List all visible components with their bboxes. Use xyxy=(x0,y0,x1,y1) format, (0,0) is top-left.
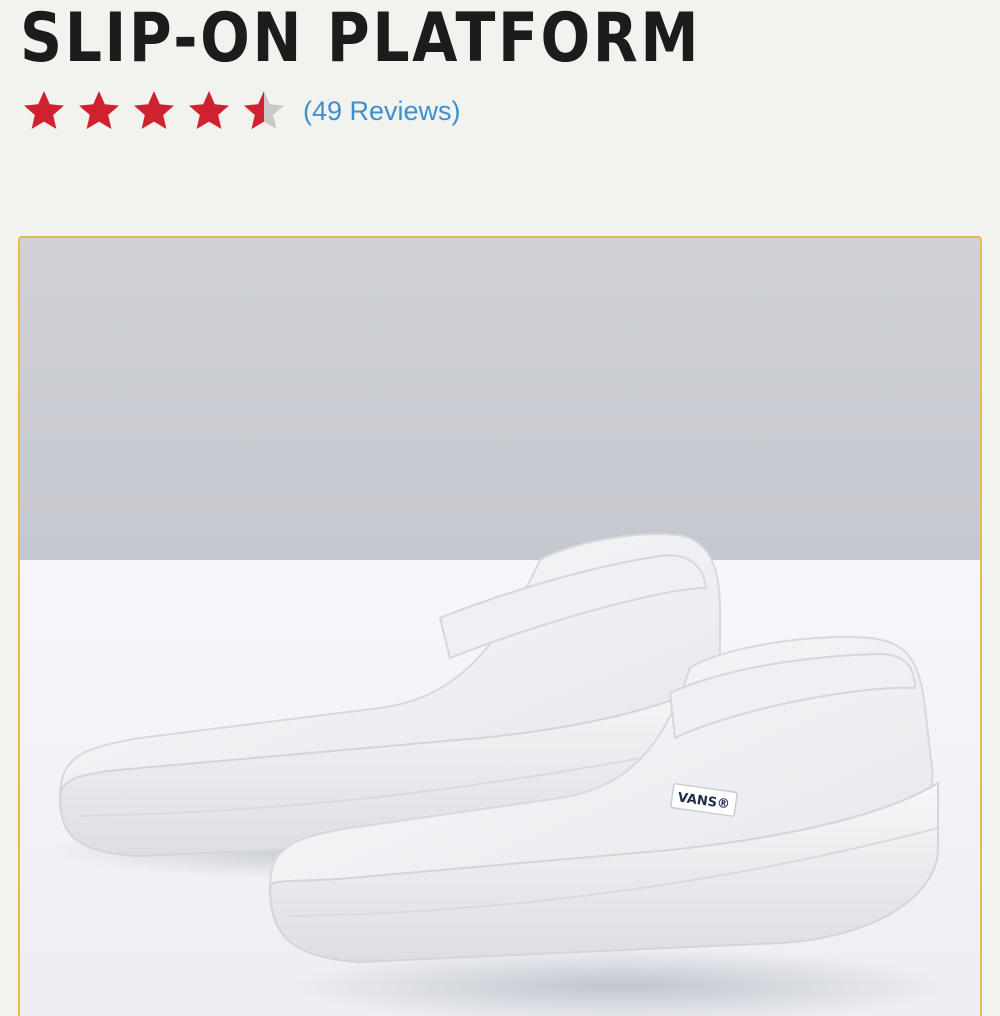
rating-stars xyxy=(20,87,295,135)
shoe-photo: VANS® xyxy=(20,238,980,1016)
product-header: SLIP-ON PLATFORM (49 Reviews) xyxy=(0,0,1000,236)
star-half-icon xyxy=(244,91,284,129)
star-icon xyxy=(24,91,64,129)
star-icon xyxy=(189,91,229,129)
star-icon xyxy=(79,91,119,129)
star-icon xyxy=(134,91,174,129)
product-title: SLIP-ON PLATFORM xyxy=(20,0,702,78)
product-image[interactable]: VANS® xyxy=(18,236,982,1016)
product-rating: (49 Reviews) xyxy=(20,86,461,136)
reviews-link[interactable]: (49 Reviews) xyxy=(303,96,461,127)
